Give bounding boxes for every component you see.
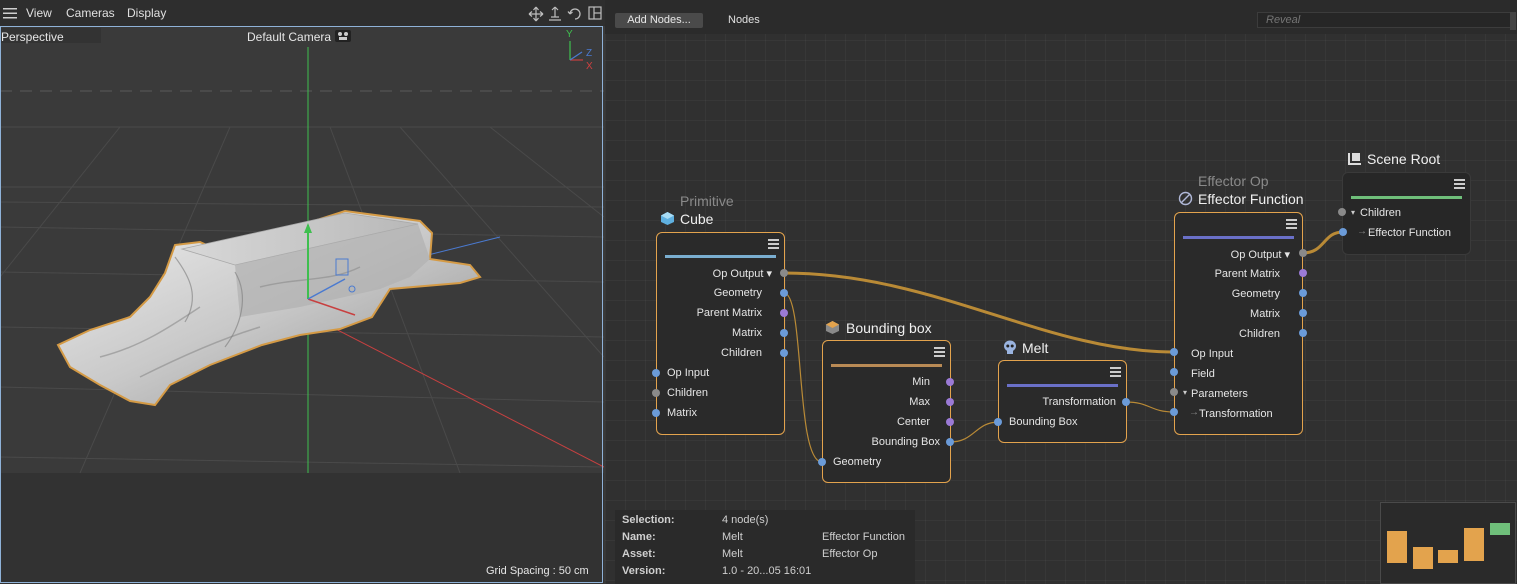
port <box>1170 368 1178 376</box>
port <box>652 409 660 417</box>
port <box>780 309 788 317</box>
info-name-val: Melt <box>722 531 743 543</box>
port <box>1299 269 1307 277</box>
port <box>1170 348 1178 356</box>
minimap-node <box>1438 550 1458 563</box>
port <box>780 289 788 297</box>
info-asset-key: Asset: <box>622 548 656 560</box>
port <box>1299 309 1307 317</box>
menu-view[interactable]: View <box>26 6 52 20</box>
node-editor[interactable]: Add Nodes... Nodes Primitive Cube Op Out… <box>605 0 1517 584</box>
info-asset-val2: Effector Op <box>822 548 878 560</box>
selection-info-panel: Selection: 4 node(s) Name: Melt Effector… <box>615 510 915 584</box>
menu-display[interactable]: Display <box>127 6 166 20</box>
port <box>946 378 954 386</box>
port <box>652 389 660 397</box>
projection-label[interactable]: Perspective <box>1 30 64 44</box>
port <box>994 418 1002 426</box>
grid-spacing: Grid Spacing : 50 cm <box>486 565 589 577</box>
port <box>946 438 954 446</box>
port <box>946 398 954 406</box>
port <box>1299 249 1307 257</box>
port <box>652 369 660 377</box>
info-asset-val: Melt <box>722 548 743 560</box>
port <box>780 329 788 337</box>
minimap-node <box>1490 523 1510 535</box>
port <box>818 458 826 466</box>
rotate-view-icon[interactable] <box>567 6 583 22</box>
port <box>1170 388 1178 396</box>
port <box>780 269 788 277</box>
info-selection-key: Selection: <box>622 514 675 526</box>
node-minimap[interactable] <box>1380 502 1516 584</box>
info-selection-val: 4 node(s) <box>722 514 769 526</box>
info-version-key: Version: <box>622 565 666 577</box>
port <box>780 349 788 357</box>
port <box>1299 289 1307 297</box>
hamburger-icon[interactable] <box>3 8 17 19</box>
port <box>1170 408 1178 416</box>
viewport-active-frame <box>0 26 603 583</box>
ports-layer <box>652 208 1347 466</box>
info-version-val: 1.0 - 20...05 16:01 <box>722 565 812 577</box>
port <box>1338 208 1346 216</box>
move-view-icon[interactable] <box>528 6 544 22</box>
menu-cameras[interactable]: Cameras <box>66 6 115 20</box>
port <box>1299 329 1307 337</box>
info-name-val2: Effector Function <box>822 531 905 543</box>
minimap-node <box>1464 528 1484 561</box>
camera-icon[interactable] <box>335 30 351 42</box>
viewport-panel[interactable]: View Cameras Display Y Z X Perspective D… <box>0 0 605 584</box>
camera-label[interactable]: Default Camera <box>247 30 331 44</box>
port <box>946 418 954 426</box>
port <box>1339 228 1347 236</box>
minimap-node <box>1387 531 1407 563</box>
viewport-menubar: View Cameras Display <box>0 0 605 26</box>
port <box>1122 398 1130 406</box>
zoom-view-icon[interactable] <box>548 6 562 22</box>
info-name-key: Name: <box>622 531 656 543</box>
minimap-node <box>1413 547 1433 569</box>
maximize-view-icon[interactable] <box>588 6 602 20</box>
